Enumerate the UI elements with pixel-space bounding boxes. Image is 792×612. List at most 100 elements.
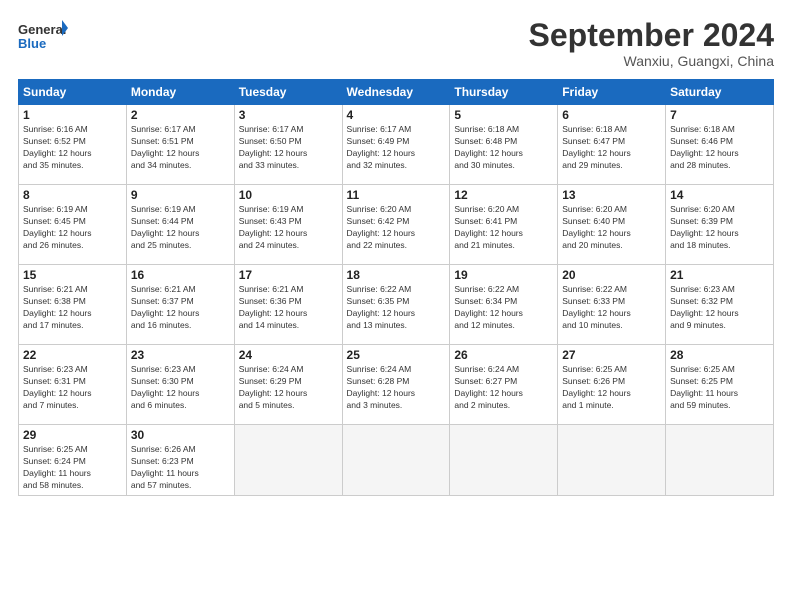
calendar-cell: 17Sunrise: 6:21 AMSunset: 6:36 PMDayligh… (234, 265, 342, 345)
day-info: Sunrise: 6:22 AMSunset: 6:33 PMDaylight:… (562, 284, 661, 332)
calendar: Sunday Monday Tuesday Wednesday Thursday… (18, 79, 774, 496)
day-info: Sunrise: 6:18 AMSunset: 6:47 PMDaylight:… (562, 124, 661, 172)
day-number: 24 (239, 348, 338, 362)
day-number: 11 (347, 188, 446, 202)
calendar-cell: 11 Sunrise: 6:20 AMSunset: 6:42 PMDayligh… (342, 185, 450, 265)
day-info: Sunrise: 6:24 AMSunset: 6:27 PMDaylight:… (454, 364, 553, 412)
calendar-cell: 26 Sunrise: 6:24 AMSunset: 6:27 PMDayligh… (450, 345, 558, 425)
calendar-cell (234, 425, 342, 496)
calendar-cell: 10 Sunrise: 6:19 AMSunset: 6:43 PMDayligh… (234, 185, 342, 265)
calendar-cell: 15Sunrise: 6:21 AMSunset: 6:38 PMDayligh… (19, 265, 127, 345)
calendar-cell: 19 Sunrise: 6:22 AMSunset: 6:34 PMDayligh… (450, 265, 558, 345)
day-number: 9 (131, 188, 230, 202)
calendar-cell: 14 Sunrise: 6:20 AMSunset: 6:39 PMDayligh… (666, 185, 774, 265)
day-info: Sunrise: 6:17 AMSunset: 6:49 PMDaylight:… (347, 124, 446, 172)
day-info: Sunrise: 6:19 AMSunset: 6:44 PMDaylight:… (131, 204, 230, 252)
day-number: 23 (131, 348, 230, 362)
day-info: Sunrise: 6:25 AMSunset: 6:26 PMDaylight:… (562, 364, 661, 412)
col-tuesday: Tuesday (234, 80, 342, 105)
day-number: 14 (670, 188, 769, 202)
day-number: 4 (347, 108, 446, 122)
col-wednesday: Wednesday (342, 80, 450, 105)
day-number: 5 (454, 108, 553, 122)
day-info: Sunrise: 6:18 AMSunset: 6:46 PMDaylight:… (670, 124, 769, 172)
logo-icon: General Blue (18, 18, 68, 56)
day-info: Sunrise: 6:25 AMSunset: 6:25 PMDaylight:… (670, 364, 769, 412)
calendar-cell (342, 425, 450, 496)
day-number: 3 (239, 108, 338, 122)
calendar-cell: 1 Sunrise: 6:16 AMSunset: 6:52 PMDaylight… (19, 105, 127, 185)
day-number: 21 (670, 268, 769, 282)
day-number: 16 (131, 268, 230, 282)
calendar-cell: 28 Sunrise: 6:25 AMSunset: 6:25 PMDayligh… (666, 345, 774, 425)
day-number: 1 (23, 108, 122, 122)
day-number: 13 (562, 188, 661, 202)
day-info: Sunrise: 6:21 AMSunset: 6:37 PMDaylight:… (131, 284, 230, 332)
calendar-cell: 3 Sunrise: 6:17 AMSunset: 6:50 PMDaylight… (234, 105, 342, 185)
header-row: Sunday Monday Tuesday Wednesday Thursday… (19, 80, 774, 105)
day-info: Sunrise: 6:22 AMSunset: 6:35 PMDaylight:… (347, 284, 446, 332)
day-number: 26 (454, 348, 553, 362)
day-info: Sunrise: 6:17 AMSunset: 6:51 PMDaylight:… (131, 124, 230, 172)
day-info: Sunrise: 6:22 AMSunset: 6:34 PMDaylight:… (454, 284, 553, 332)
svg-text:Blue: Blue (18, 36, 46, 51)
calendar-cell: 30 Sunrise: 6:26 AMSunset: 6:23 PMDayligh… (126, 425, 234, 496)
day-info: Sunrise: 6:24 AMSunset: 6:29 PMDaylight:… (239, 364, 338, 412)
calendar-cell: 20 Sunrise: 6:22 AMSunset: 6:33 PMDayligh… (558, 265, 666, 345)
day-info: Sunrise: 6:20 AMSunset: 6:39 PMDaylight:… (670, 204, 769, 252)
day-info: Sunrise: 6:18 AMSunset: 6:48 PMDaylight:… (454, 124, 553, 172)
calendar-cell: 13 Sunrise: 6:20 AMSunset: 6:40 PMDayligh… (558, 185, 666, 265)
col-saturday: Saturday (666, 80, 774, 105)
day-info: Sunrise: 6:21 AMSunset: 6:36 PMDaylight:… (239, 284, 338, 332)
calendar-cell: 25Sunrise: 6:24 AMSunset: 6:28 PMDayligh… (342, 345, 450, 425)
day-number: 22 (23, 348, 122, 362)
calendar-cell: 6Sunrise: 6:18 AMSunset: 6:47 PMDaylight… (558, 105, 666, 185)
day-info: Sunrise: 6:25 AMSunset: 6:24 PMDaylight:… (23, 444, 122, 492)
day-info: Sunrise: 6:23 AMSunset: 6:30 PMDaylight:… (131, 364, 230, 412)
day-number: 7 (670, 108, 769, 122)
day-number: 10 (239, 188, 338, 202)
day-info: Sunrise: 6:20 AMSunset: 6:42 PMDaylight:… (347, 204, 446, 252)
calendar-cell (666, 425, 774, 496)
col-sunday: Sunday (19, 80, 127, 105)
day-number: 30 (131, 428, 230, 442)
day-number: 2 (131, 108, 230, 122)
day-info: Sunrise: 6:21 AMSunset: 6:38 PMDaylight:… (23, 284, 122, 332)
calendar-cell (558, 425, 666, 496)
day-info: Sunrise: 6:23 AMSunset: 6:32 PMDaylight:… (670, 284, 769, 332)
day-number: 19 (454, 268, 553, 282)
day-number: 29 (23, 428, 122, 442)
day-number: 8 (23, 188, 122, 202)
month-title: September 2024 (529, 18, 774, 53)
calendar-cell: 2 Sunrise: 6:17 AMSunset: 6:51 PMDaylight… (126, 105, 234, 185)
day-info: Sunrise: 6:19 AMSunset: 6:43 PMDaylight:… (239, 204, 338, 252)
calendar-cell: 18Sunrise: 6:22 AMSunset: 6:35 PMDayligh… (342, 265, 450, 345)
logo: General Blue (18, 18, 68, 56)
day-number: 27 (562, 348, 661, 362)
header: General Blue September 2024 Wanxiu, Guan… (18, 18, 774, 69)
page: General Blue September 2024 Wanxiu, Guan… (0, 0, 792, 612)
svg-text:General: General (18, 22, 66, 37)
calendar-cell: 9 Sunrise: 6:19 AMSunset: 6:44 PMDaylight… (126, 185, 234, 265)
calendar-cell: 8Sunrise: 6:19 AMSunset: 6:45 PMDaylight… (19, 185, 127, 265)
calendar-cell: 21 Sunrise: 6:23 AMSunset: 6:32 PMDayligh… (666, 265, 774, 345)
day-info: Sunrise: 6:16 AMSunset: 6:52 PMDaylight:… (23, 124, 122, 172)
title-block: September 2024 Wanxiu, Guangxi, China (529, 18, 774, 69)
calendar-cell: 7 Sunrise: 6:18 AMSunset: 6:46 PMDaylight… (666, 105, 774, 185)
day-number: 25 (347, 348, 446, 362)
day-info: Sunrise: 6:20 AMSunset: 6:40 PMDaylight:… (562, 204, 661, 252)
calendar-cell: 16 Sunrise: 6:21 AMSunset: 6:37 PMDayligh… (126, 265, 234, 345)
calendar-cell: 29 Sunrise: 6:25 AMSunset: 6:24 PMDayligh… (19, 425, 127, 496)
calendar-cell: 24 Sunrise: 6:24 AMSunset: 6:29 PMDayligh… (234, 345, 342, 425)
day-info: Sunrise: 6:17 AMSunset: 6:50 PMDaylight:… (239, 124, 338, 172)
day-info: Sunrise: 6:26 AMSunset: 6:23 PMDaylight:… (131, 444, 230, 492)
location: Wanxiu, Guangxi, China (529, 53, 774, 69)
day-info: Sunrise: 6:20 AMSunset: 6:41 PMDaylight:… (454, 204, 553, 252)
day-number: 20 (562, 268, 661, 282)
calendar-cell: 4 Sunrise: 6:17 AMSunset: 6:49 PMDaylight… (342, 105, 450, 185)
calendar-cell: 12Sunrise: 6:20 AMSunset: 6:41 PMDayligh… (450, 185, 558, 265)
col-thursday: Thursday (450, 80, 558, 105)
calendar-cell: 22 Sunrise: 6:23 AMSunset: 6:31 PMDayligh… (19, 345, 127, 425)
day-info: Sunrise: 6:23 AMSunset: 6:31 PMDaylight:… (23, 364, 122, 412)
day-number: 28 (670, 348, 769, 362)
